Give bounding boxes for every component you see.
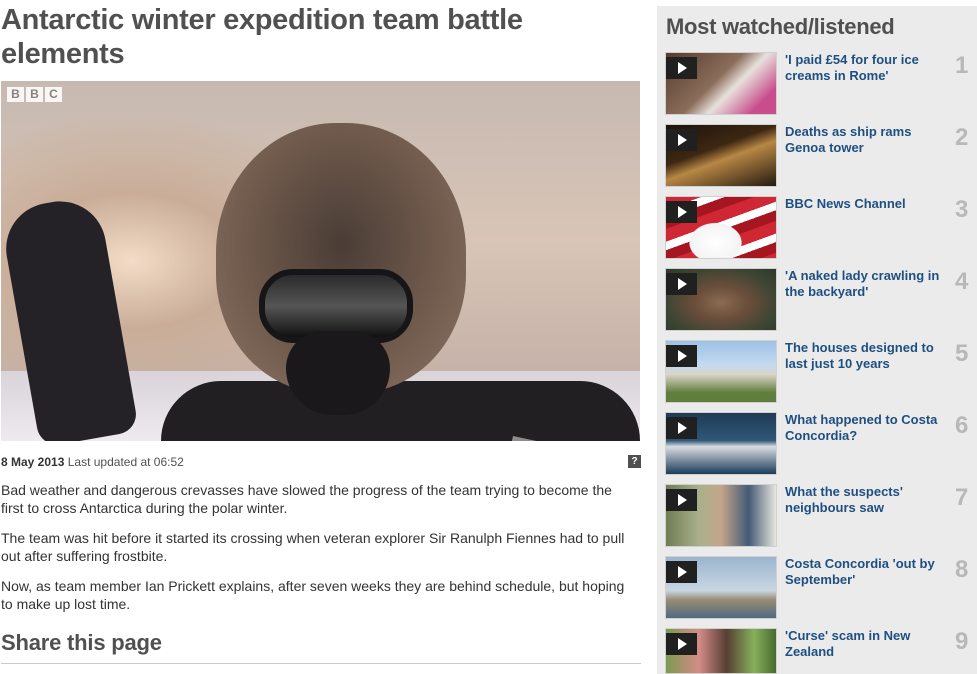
play-icon[interactable] (666, 489, 697, 511)
most-watched-rank: 5 (955, 340, 969, 367)
most-watched-rank: 7 (955, 484, 969, 511)
bbc-logo-letter: B (7, 87, 24, 102)
video-thumbnail[interactable] (665, 484, 777, 547)
most-watched-item[interactable]: Costa Concordia 'out by September' 8 (665, 556, 977, 620)
video-thumbnail[interactable] (665, 628, 777, 674)
bbc-logo-letter: B (26, 87, 43, 102)
most-watched-item[interactable]: Deaths as ship rams Genoa tower 2 (665, 124, 977, 188)
most-watched-item-title[interactable]: 'A naked lady crawling in the backyard' (785, 268, 953, 300)
most-watched-item[interactable]: The houses designed to last just 10 year… (665, 340, 977, 404)
play-icon[interactable] (666, 633, 697, 655)
article-paragraph: The team was hit before it started its c… (1, 530, 625, 564)
most-watched-rank: 9 (955, 628, 969, 655)
most-watched-item-title[interactable]: What happened to Costa Concordia? (785, 412, 953, 444)
most-watched-panel: Most watched/listened 'I paid £54 for fo… (657, 6, 977, 674)
video-thumbnail[interactable] (665, 556, 777, 619)
play-icon[interactable] (666, 417, 697, 439)
video-thumbnail[interactable] (665, 196, 777, 259)
most-watched-item-title[interactable]: 'I paid £54 for four ice creams in Rome' (785, 52, 953, 84)
most-watched-item-title[interactable]: Costa Concordia 'out by September' (785, 556, 953, 588)
play-icon[interactable] (666, 57, 697, 79)
bbc-logo-letter: C (45, 87, 62, 102)
play-icon[interactable] (666, 345, 697, 367)
most-watched-item[interactable]: BBC News Channel 3 (665, 196, 977, 260)
article-paragraph: Bad weather and dangerous crevasses have… (1, 482, 612, 516)
most-watched-item-title[interactable]: What the suspects' neighbours saw (785, 484, 953, 516)
most-watched-item-title[interactable]: 'Curse' scam in New Zealand (785, 628, 953, 660)
dateline: 8 May 2013 Last updated at 06:52 (1, 455, 184, 469)
video-thumbnail[interactable] (665, 124, 777, 187)
most-watched-item[interactable]: 'Curse' scam in New Zealand 9 (665, 628, 977, 674)
most-watched-item[interactable]: 'I paid £54 for four ice creams in Rome'… (665, 52, 977, 116)
most-watched-rank: 2 (955, 124, 969, 151)
most-watched-item-title[interactable]: Deaths as ship rams Genoa tower (785, 124, 953, 156)
play-icon[interactable] (666, 561, 697, 583)
most-watched-item[interactable]: What happened to Costa Concordia? 6 (665, 412, 977, 476)
video-thumbnail[interactable] (665, 268, 777, 331)
video-thumbnail[interactable] (665, 340, 777, 403)
share-divider (1, 663, 641, 664)
article-headline: Antarctic winter expedition team battle … (1, 4, 523, 70)
article-date: 8 May 2013 (1, 455, 65, 469)
last-updated: Last updated at 06:52 (67, 455, 184, 469)
article-paragraph: Now, as team member Ian Prickett explain… (1, 578, 625, 612)
most-watched-rank: 1 (955, 52, 969, 79)
video-player[interactable]: B B C (1, 81, 640, 441)
video-frame-mask (286, 331, 390, 415)
play-icon[interactable] (666, 201, 697, 223)
bbc-logo: B B C (7, 87, 62, 102)
video-thumbnail[interactable] (665, 412, 777, 475)
most-watched-item[interactable]: 'A naked lady crawling in the backyard' … (665, 268, 977, 332)
play-icon[interactable] (666, 129, 697, 151)
most-watched-rank: 6 (955, 412, 969, 439)
help-icon[interactable]: ? (628, 455, 641, 468)
most-watched-rank: 4 (955, 268, 969, 295)
most-watched-rank: 3 (955, 196, 969, 223)
most-watched-heading: Most watched/listened (666, 14, 895, 39)
play-icon[interactable] (666, 273, 697, 295)
video-thumbnail[interactable] (665, 52, 777, 115)
article-column: Antarctic winter expedition team battle … (0, 0, 642, 674)
most-watched-item-title[interactable]: BBC News Channel (785, 196, 953, 212)
video-frame-body (161, 381, 640, 441)
most-watched-item[interactable]: What the suspects' neighbours saw 7 (665, 484, 977, 548)
most-watched-item-title[interactable]: The houses designed to last just 10 year… (785, 340, 953, 372)
share-heading: Share this page (1, 630, 162, 655)
most-watched-rank: 8 (955, 556, 969, 583)
